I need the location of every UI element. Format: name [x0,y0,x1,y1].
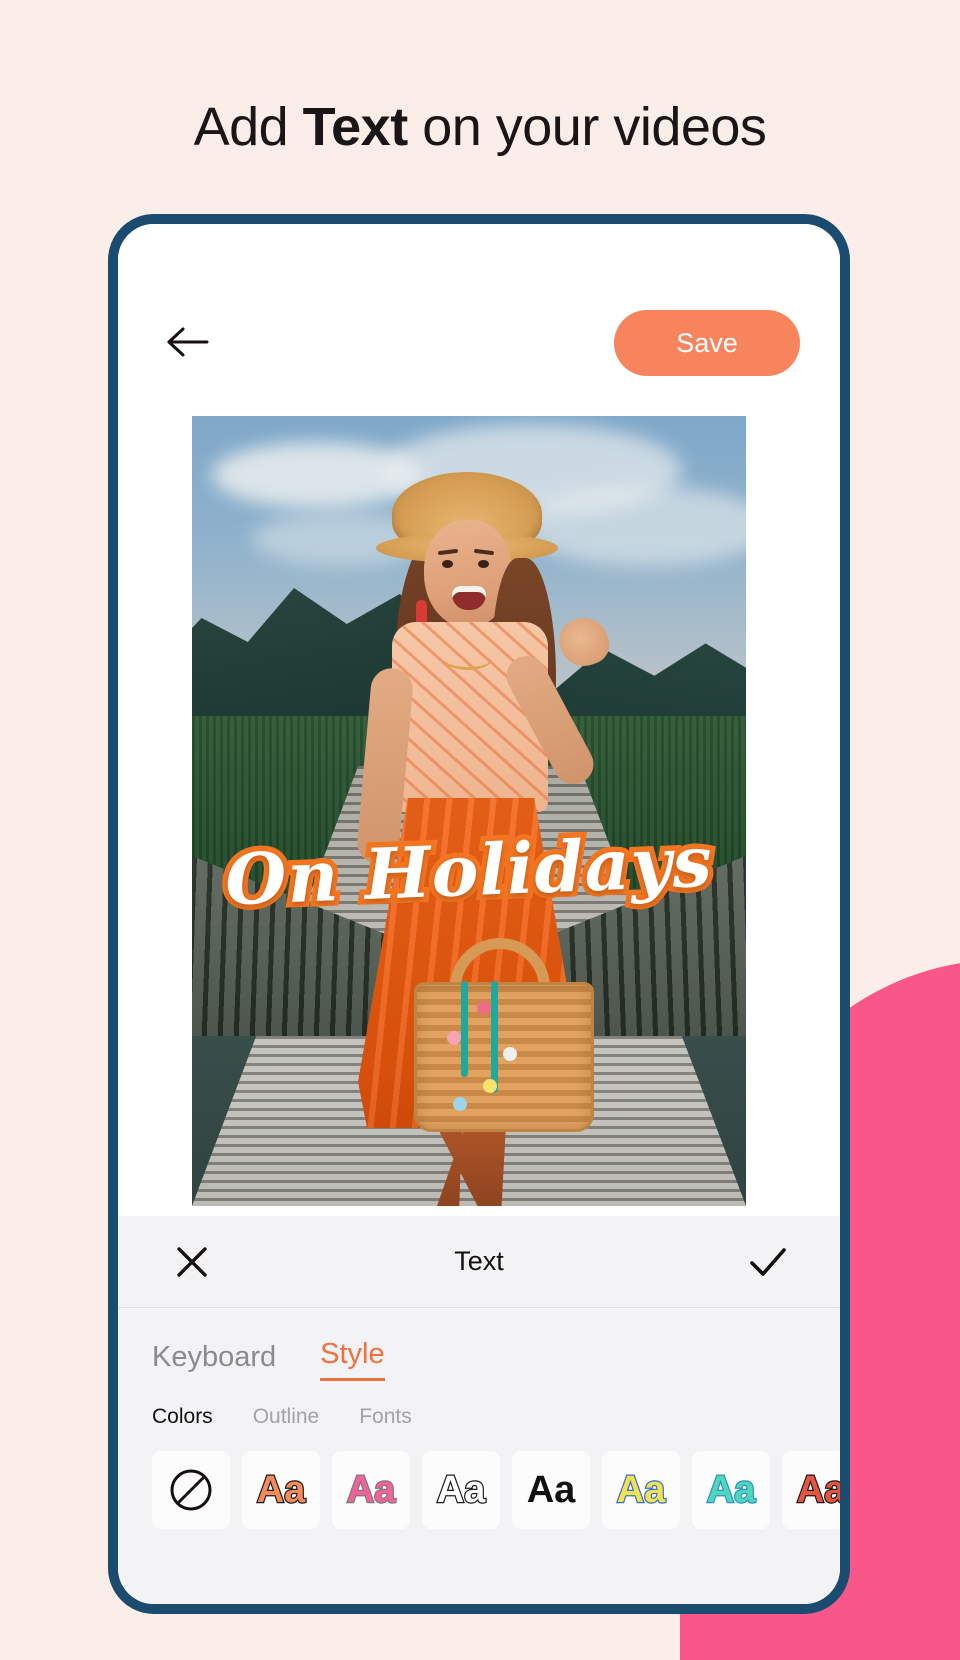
tassel [491,981,498,1093]
swatch-no-color[interactable] [152,1451,230,1529]
swatch-white[interactable]: Aa [422,1451,500,1529]
close-icon[interactable] [174,1244,210,1280]
pompom [453,1097,467,1111]
swatch-yellow[interactable]: Aa [602,1451,680,1529]
mouth [452,586,486,610]
eyebrow-left [437,548,459,556]
check-icon[interactable] [748,1244,788,1280]
tassel [461,981,468,1077]
swatch-label: Aa [706,1467,757,1511]
pompom [483,1079,497,1093]
color-swatch-list: Aa Aa Aa Aa Aa Aa Aa [118,1429,840,1529]
swatch-label: Aa [796,1467,846,1511]
swatch-orange[interactable]: Aa [242,1451,320,1529]
eyebrow-right [473,548,495,556]
subtab-fonts[interactable]: Fonts [359,1405,412,1429]
page-title: Add Text on your videos [0,97,960,157]
mode-tab-bar: Keyboard Style [118,1308,840,1381]
subtab-colors[interactable]: Colors [152,1405,213,1429]
text-editor-panel: Text Keyboard Style Colors Outline Fonts… [118,1216,840,1604]
pompom [503,1047,517,1061]
arrow-left-icon[interactable] [166,324,210,360]
pompom [447,1031,461,1045]
swatch-label: Aa [256,1467,307,1511]
pompom [477,1001,491,1015]
swatch-black[interactable]: Aa [512,1451,590,1529]
swatch-red[interactable]: Aa [782,1451,846,1529]
circle-slash-icon [170,1469,212,1511]
text-overlay[interactable]: On Holidays [218,814,719,927]
headline-emphasis: Text [302,97,409,157]
phone-mockup: Save On Holidays Text Keyboard Style Col… [108,214,850,1614]
eye-left [442,560,453,568]
swatch-teal[interactable]: Aa [692,1451,770,1529]
swatch-label: Aa [436,1467,487,1511]
woven-basket [414,981,594,1132]
headline-post: on your videos [407,97,767,157]
headline-pre: Add [193,97,303,157]
swatch-label: Aa [346,1467,397,1511]
panel-title: Text [454,1246,504,1276]
tab-style[interactable]: Style [320,1338,385,1381]
swatch-pink[interactable]: Aa [332,1451,410,1529]
panel-header: Text [118,1216,840,1308]
save-button[interactable]: Save [614,310,800,376]
swatch-label: Aa [526,1468,576,1511]
video-preview-canvas[interactable]: On Holidays [192,416,746,1206]
phone-screen: Save On Holidays Text Keyboard Style Col… [118,224,840,1604]
hand-right [553,611,615,673]
editor-top-bar: Save [118,224,840,430]
necklace [444,648,492,670]
sub-tab-bar: Colors Outline Fonts [118,1381,840,1429]
subtab-outline[interactable]: Outline [253,1405,320,1429]
tab-keyboard[interactable]: Keyboard [152,1341,276,1381]
eye-right [478,560,489,568]
swatch-label: Aa [616,1467,667,1511]
